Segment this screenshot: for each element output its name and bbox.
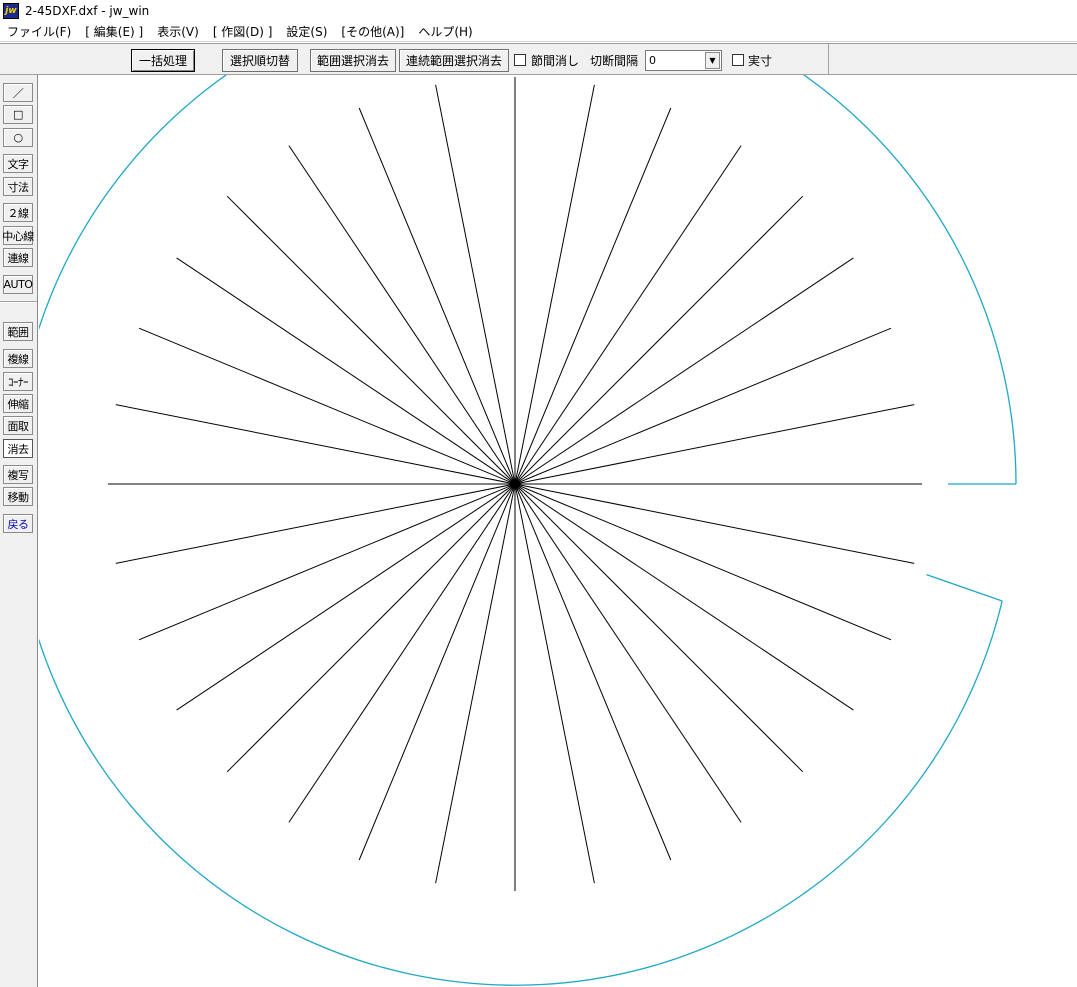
select-order-switch-button[interactable]: 選択順切替 — [222, 49, 298, 72]
copy-tool-button[interactable]: 複写 — [3, 465, 33, 484]
batch-process-button[interactable]: 一括処理 — [131, 49, 195, 72]
double-line-tool-button[interactable]: ２線 — [3, 203, 33, 222]
radial-line[interactable] — [226, 195, 516, 485]
cut-interval-value: 0 — [649, 54, 656, 67]
menu-other[interactable]: [その他(A)] — [334, 23, 411, 40]
menu-draw[interactable]: [ 作図(D) ] — [206, 23, 280, 40]
radial-line[interactable] — [226, 483, 516, 773]
app-icon-text: jw — [5, 6, 17, 16]
rectangle-tool-button[interactable]: □ — [3, 105, 33, 124]
outer-arc[interactable] — [39, 75, 1017, 986]
window-title: 2-45DXF.dxf - jw_win — [25, 4, 150, 18]
auto-mode-button[interactable]: AUTO — [3, 275, 33, 294]
move-tool-button[interactable]: 移動 — [3, 487, 33, 506]
actual-size-checkbox[interactable] — [732, 54, 744, 66]
radial-line[interactable] — [514, 107, 672, 485]
tool-palette: ／ □ ○ 文字 寸法 ２線 中心線 連線 AUTO 範囲 複線 ｺｰﾅｰ 伸縮… — [0, 75, 38, 987]
undo-button[interactable]: 戻る — [3, 514, 33, 533]
actual-size-label: 実寸 — [748, 54, 773, 68]
center-point[interactable] — [510, 479, 520, 489]
menu-settings[interactable]: 設定(S) — [279, 23, 334, 40]
radial-line[interactable] — [514, 483, 892, 641]
menu-help[interactable]: ヘルプ(H) — [411, 23, 479, 40]
radial-line[interactable] — [514, 195, 804, 485]
radial-line[interactable] — [358, 107, 516, 485]
offset-line-tool-button[interactable]: 複線 — [3, 349, 33, 368]
range-select-delete-button[interactable]: 範囲選択消去 — [310, 49, 396, 72]
line-tool-button[interactable]: ／ — [3, 83, 33, 102]
cad-drawing — [39, 75, 1017, 986]
center-line-tool-button[interactable]: 中心線 — [2, 226, 34, 245]
segment-delete-label: 節間消し — [531, 54, 580, 68]
segment-delete-checkbox[interactable] — [514, 54, 526, 66]
cut-interval-label: 切断間隔 — [590, 54, 639, 68]
arc-gap-edge-bottom[interactable] — [926, 573, 1003, 602]
toolbar-divider — [828, 44, 829, 75]
polyline-tool-button[interactable]: 連線 — [3, 248, 33, 267]
erase-tool-button[interactable]: 消去 — [3, 439, 33, 458]
cut-interval-select[interactable]: 0 ▼ — [645, 50, 722, 71]
radial-line[interactable] — [358, 483, 516, 861]
radial-line[interactable] — [138, 327, 516, 485]
text-tool-button[interactable]: 文字 — [3, 154, 33, 173]
range-tool-button[interactable]: 範囲 — [3, 322, 33, 341]
chamfer-tool-button[interactable]: 面取 — [3, 416, 33, 435]
menu-view[interactable]: 表示(V) — [150, 23, 206, 40]
jw-app-icon[interactable]: jw — [3, 3, 19, 19]
menu-file[interactable]: ファイル(F) — [0, 23, 78, 40]
dropdown-arrow-icon[interactable]: ▼ — [705, 52, 720, 69]
radial-line[interactable] — [514, 327, 892, 485]
title-bar: jw 2-45DXF.dxf - jw_win — [0, 0, 1077, 22]
menu-edit[interactable]: [ 編集(E) ] — [78, 23, 150, 40]
radial-line[interactable] — [514, 483, 804, 773]
continuous-range-delete-button[interactable]: 連続範囲選択消去 — [399, 49, 509, 72]
circle-tool-button[interactable]: ○ — [3, 128, 33, 147]
extend-tool-button[interactable]: 伸縮 — [3, 394, 33, 413]
corner-tool-button[interactable]: ｺｰﾅｰ — [3, 372, 33, 391]
dimension-tool-button[interactable]: 寸法 — [3, 177, 33, 196]
control-bar: 一括処理 選択順切替 範囲選択消去 連続範囲選択消去 節間消し 切断間隔 0 ▼… — [0, 43, 1077, 75]
palette-separator — [0, 301, 37, 303]
drawing-canvas[interactable] — [39, 75, 1077, 987]
radial-line[interactable] — [138, 483, 516, 641]
radial-line[interactable] — [514, 483, 672, 861]
menu-bar: ファイル(F) [ 編集(E) ] 表示(V) [ 作図(D) ] 設定(S) … — [0, 22, 1077, 42]
